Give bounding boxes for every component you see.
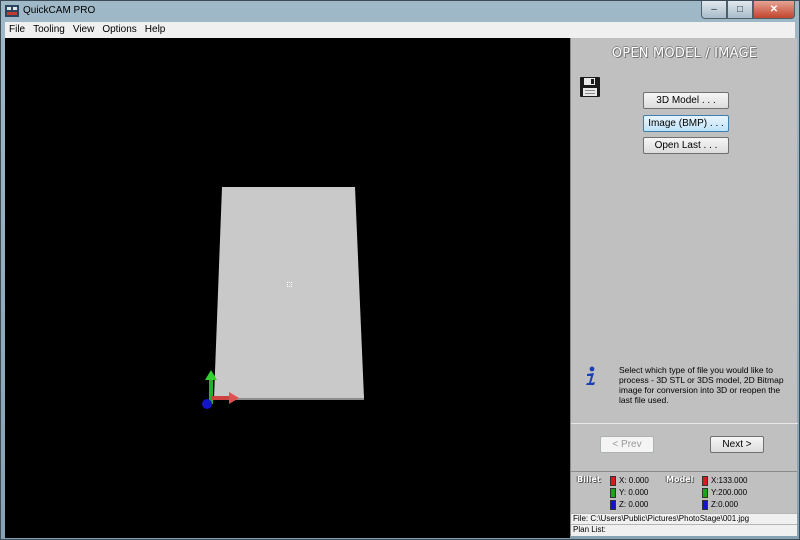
model-z-value: Z:0.000 [711,500,739,509]
model-x-value: X:133.000 [711,476,748,485]
minimize-icon: – [711,4,717,15]
title-bar[interactable]: QuickCAM PRO – □ ✕ [1,1,799,21]
open-last-button[interactable]: Open Last . . . [643,137,729,154]
prev-button[interactable]: < Prev [600,436,654,453]
billet-z-value: Z: 0.000 [619,500,649,509]
model-y-value: Y:200.000 [711,488,748,497]
menu-view[interactable]: View [69,22,99,38]
open-image-button[interactable]: Image (BMP) . . . [643,115,729,132]
open-3d-model-button[interactable]: 3D Model . . . [643,92,729,109]
panel-title: OPEN MODEL / IMAGE [611,46,758,61]
y-axis-swatch [610,488,616,498]
divider [571,423,798,424]
billet-x: X: 0.000 [610,476,649,486]
z-axis-swatch [702,500,708,510]
close-icon: ✕ [769,4,779,15]
billet-label: Billet [577,475,601,484]
billet-x-value: X: 0.000 [619,476,649,485]
model-y: Y:200.000 [702,488,747,498]
close-button[interactable]: ✕ [753,1,795,19]
3d-viewport[interactable] [5,38,570,538]
app-window: QuickCAM PRO – □ ✕ File Tooling View Opt… [0,0,800,540]
menu-options[interactable]: Options [98,22,140,38]
window-title: QuickCAM PRO [23,5,96,16]
menu-file[interactable]: File [5,22,29,38]
billet-y-value: Y: 0.000 [619,488,649,497]
axis-gizmo-icon [202,370,239,409]
y-axis-swatch [702,488,708,498]
x-axis-swatch [702,476,708,486]
maximize-button[interactable]: □ [727,1,753,19]
menu-tooling[interactable]: Tooling [29,22,69,38]
model-z: Z:0.000 [702,500,738,510]
minimize-button[interactable]: – [701,1,727,19]
z-axis-swatch [610,500,616,510]
menu-help[interactable]: Help [141,22,170,38]
x-axis-swatch [610,476,616,486]
plan-list-status: Plan List: [570,524,797,536]
coordinates-panel: Billet X: 0.000 Y: 0.000 Z: 0.000 Model … [570,471,797,513]
menu-bar: File Tooling View Options Help [5,22,795,38]
model-label: Model [666,475,694,484]
model-plate [214,187,364,400]
next-button[interactable]: Next > [710,436,764,453]
file-status: File: C:\Users\Public\Pictures\PhotoStag… [570,513,797,524]
info-text: Select which type of file you would like… [619,365,784,405]
model-x: X:133.000 [702,476,747,486]
center-marker [287,282,292,287]
billet-y: Y: 0.000 [610,488,648,498]
maximize-icon: □ [736,4,744,15]
info-icon [586,366,595,385]
wizard-panel: OPEN MODEL / IMAGE 3D Model . . . Image … [570,38,798,471]
billet-z: Z: 0.000 [610,500,648,510]
app-icon [5,5,19,17]
floppy-disk-icon [580,77,600,97]
